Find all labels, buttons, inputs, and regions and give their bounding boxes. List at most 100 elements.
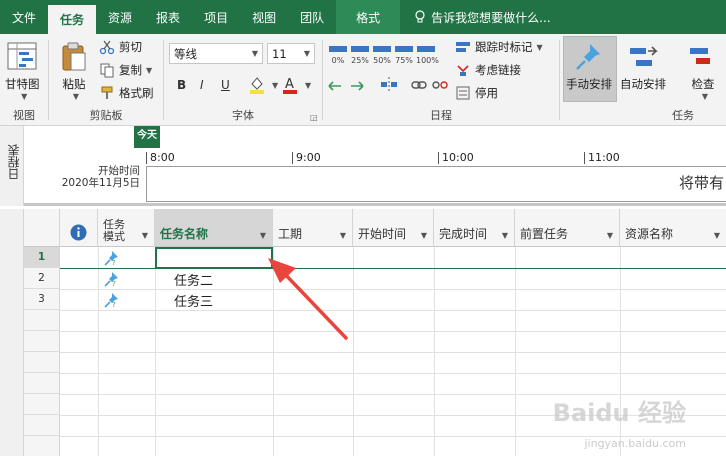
chevron-down-icon[interactable]: ▼	[607, 231, 613, 240]
scissors-icon	[99, 40, 115, 55]
tab-file[interactable]: 文件	[0, 0, 48, 34]
chevron-down-icon[interactable]: ▼	[340, 231, 346, 240]
timeline-tick: 9:00	[292, 152, 321, 164]
copy-icon	[100, 63, 114, 78]
row-number[interactable]	[24, 373, 60, 394]
schedule-group: 0% 25% 50% 75% 100% 跟踪时标记 ▼ 考虑链接 停用 日程	[323, 34, 559, 126]
column-header-task-name[interactable]: 任务名称 ▼	[155, 209, 273, 247]
font-size-value: 11	[272, 46, 287, 61]
row-number[interactable]: 2	[24, 268, 60, 289]
italic-button[interactable]: I	[200, 78, 204, 92]
respect-links-button[interactable]: 考虑链接	[455, 62, 521, 78]
select-all-corner[interactable]	[24, 209, 60, 247]
row-number[interactable]	[24, 436, 60, 456]
tell-me-text: 告诉我您想要做什么...	[431, 10, 551, 25]
inspect-label: 检查	[691, 77, 715, 91]
selected-cell[interactable]	[155, 247, 273, 269]
cut-button[interactable]: 剪切	[99, 39, 142, 55]
fill-color-icon[interactable]	[248, 75, 266, 95]
bold-button[interactable]: B	[177, 78, 186, 92]
row-number[interactable]	[24, 394, 60, 415]
grid-line	[60, 352, 726, 353]
chevron-down-icon[interactable]: ▼	[714, 231, 720, 240]
unlink-icon[interactable]	[432, 78, 448, 92]
indent-outdent-icon[interactable]	[327, 78, 367, 94]
clipboard-group: 粘贴 ▼ 剪切 复制 ▼ 格式刷 剪贴板	[49, 34, 163, 126]
chevron-down-icon[interactable]: ▼	[305, 81, 311, 90]
tab-resource[interactable]: 资源	[96, 0, 144, 34]
gantt-chart-button[interactable]: 甘特图 ▼	[5, 40, 40, 101]
row-number[interactable]: 1	[24, 247, 60, 268]
font-name-select[interactable]: 等线 ▼	[169, 43, 263, 64]
tab-project[interactable]: 项目	[192, 0, 240, 34]
gantt-chart-label: 甘特图	[5, 77, 40, 91]
column-header-task-name-label: 任务名称	[160, 227, 209, 241]
column-header-mode-label: 任务 模式	[103, 218, 125, 243]
column-header-resource-names[interactable]: 资源名称 ▼	[620, 209, 726, 247]
timeline-side-tab[interactable]: 日程表	[0, 126, 24, 206]
column-header-info[interactable]	[60, 209, 98, 247]
timeline-bar[interactable]	[146, 166, 726, 202]
column-header-predecessors[interactable]: 前置任务 ▼	[515, 209, 620, 247]
watermark-url: jingyan.baidu.com	[584, 437, 686, 450]
chevron-down-icon[interactable]: ▼	[142, 231, 148, 240]
copy-button[interactable]: 复制 ▼	[99, 62, 152, 78]
tell-me-box[interactable]: 告诉我您想要做什么...	[414, 0, 551, 34]
cut-label: 剪切	[119, 40, 142, 54]
column-header-start[interactable]: 开始时间 ▼	[353, 209, 434, 247]
paste-button[interactable]: 粘贴 ▼	[57, 40, 91, 101]
tab-team[interactable]: 团队	[288, 0, 336, 34]
row-number[interactable]	[24, 352, 60, 373]
view-group-label: 视图	[13, 109, 35, 122]
link-icon[interactable]	[411, 78, 427, 92]
underline-button[interactable]: U	[221, 78, 230, 92]
row-number[interactable]: 3	[24, 289, 60, 310]
tab-report[interactable]: 报表	[144, 0, 192, 34]
task-name-cell[interactable]: 任务三	[174, 291, 213, 310]
font-color-icon[interactable]: A	[281, 75, 299, 95]
svg-text:?: ?	[112, 301, 116, 308]
column-header-duration[interactable]: 工期 ▼	[273, 209, 353, 247]
grid-line	[60, 310, 726, 311]
chevron-down-icon: ▼	[251, 49, 258, 58]
mark-on-track-button[interactable]: 跟踪时标记 ▼	[455, 39, 543, 55]
column-header-finish[interactable]: 完成时间 ▼	[434, 209, 515, 247]
chevron-down-icon: ▼	[146, 65, 153, 75]
timeline-tick: 10:00	[438, 152, 474, 164]
chevron-down-icon[interactable]: ▼	[421, 231, 427, 240]
chevron-down-icon[interactable]: ▼	[272, 81, 278, 90]
manual-schedule-button[interactable]: 手动安排	[566, 40, 612, 92]
timeline-start-date: 2020年11月5日	[61, 177, 140, 189]
row-number[interactable]	[24, 310, 60, 331]
tab-view[interactable]: 视图	[240, 0, 288, 34]
inspect-button[interactable]: 检查 ▼	[686, 40, 720, 101]
tab-task[interactable]: 任务	[48, 5, 97, 34]
auto-schedule-button[interactable]: 自动安排	[620, 40, 666, 92]
svg-text:?: ?	[112, 280, 116, 287]
column-header-duration-label: 工期	[278, 227, 303, 241]
chevron-down-icon: ▼	[536, 42, 543, 52]
grid-line	[353, 247, 354, 456]
split-task-icon[interactable]	[379, 76, 399, 94]
column-header-mode[interactable]: 任务 模式 ▼	[98, 209, 155, 247]
font-group: 等线 ▼ 11 ▼ B I U ▼ A ▼ ◲ 字体	[164, 34, 322, 126]
inactivate-button[interactable]: 停用	[455, 85, 498, 101]
view-side-bar[interactable]	[0, 209, 24, 456]
manual-task-icon: ?	[104, 293, 118, 308]
format-painter-button[interactable]: 格式刷	[99, 85, 154, 101]
auto-schedule-icon	[630, 46, 658, 66]
inactivate-label: 停用	[475, 86, 498, 100]
font-size-select[interactable]: 11 ▼	[267, 43, 315, 64]
chevron-down-icon[interactable]: ▼	[260, 231, 266, 240]
auto-schedule-label: 自动安排	[620, 77, 666, 91]
row-number[interactable]	[24, 331, 60, 352]
font-name-value: 等线	[174, 46, 197, 61]
tab-format[interactable]: 格式	[336, 0, 401, 34]
row-number[interactable]	[24, 415, 60, 436]
grid-line	[60, 331, 726, 332]
task-name-cell[interactable]: 任务二	[174, 270, 213, 289]
timeline-pane[interactable]: 日程表 开始时间 2020年11月5日 今天 8:00 9:00 10:00 1…	[0, 126, 726, 206]
chevron-down-icon: ▼	[701, 92, 709, 101]
timeline-side-label: 日程表	[7, 144, 21, 180]
chevron-down-icon[interactable]: ▼	[502, 231, 508, 240]
